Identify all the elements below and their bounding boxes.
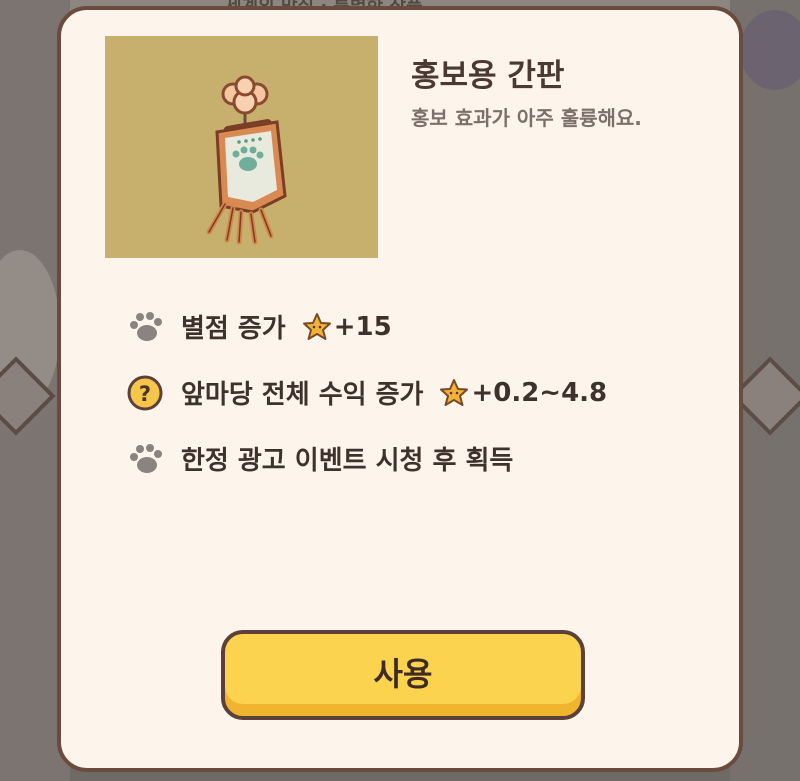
item-thumbnail [105,36,378,258]
use-button[interactable]: 사용 [221,630,585,720]
effect-label: 별점 증가 [181,314,286,344]
effect-row-income: ? 앞마당 전체 수익 증가 +0.2~4.8 [127,374,607,411]
effect-value: +0.2~4.8 [471,377,608,408]
question-icon[interactable]: ? [127,375,163,411]
paw-icon [130,311,162,341]
item-name: 홍보용 간판 [411,58,565,94]
effect-label: 한정 광고 이벤트 시청 후 획득 [181,446,514,476]
effect-row-acquire: 한정 광고 이벤트 시청 후 획득 [127,440,513,477]
effect-label: 앞마당 전체 수익 증가 [181,380,424,410]
paw-banner-icon [206,75,287,245]
item-detail-dialog: 홍보용 간판 홍보 효과가 아주 훌륭해요. 별점 증가 +15 ? 앞마당 전… [57,6,743,772]
paw-icon [130,443,162,473]
svg-text:?: ? [139,382,151,406]
star-icon [302,312,331,340]
effect-row-rating: 별점 증가 +15 [127,308,392,345]
effect-value: +15 [333,311,392,342]
item-description: 홍보 효과가 아주 훌륭해요. [411,106,642,130]
star-icon [440,378,469,406]
